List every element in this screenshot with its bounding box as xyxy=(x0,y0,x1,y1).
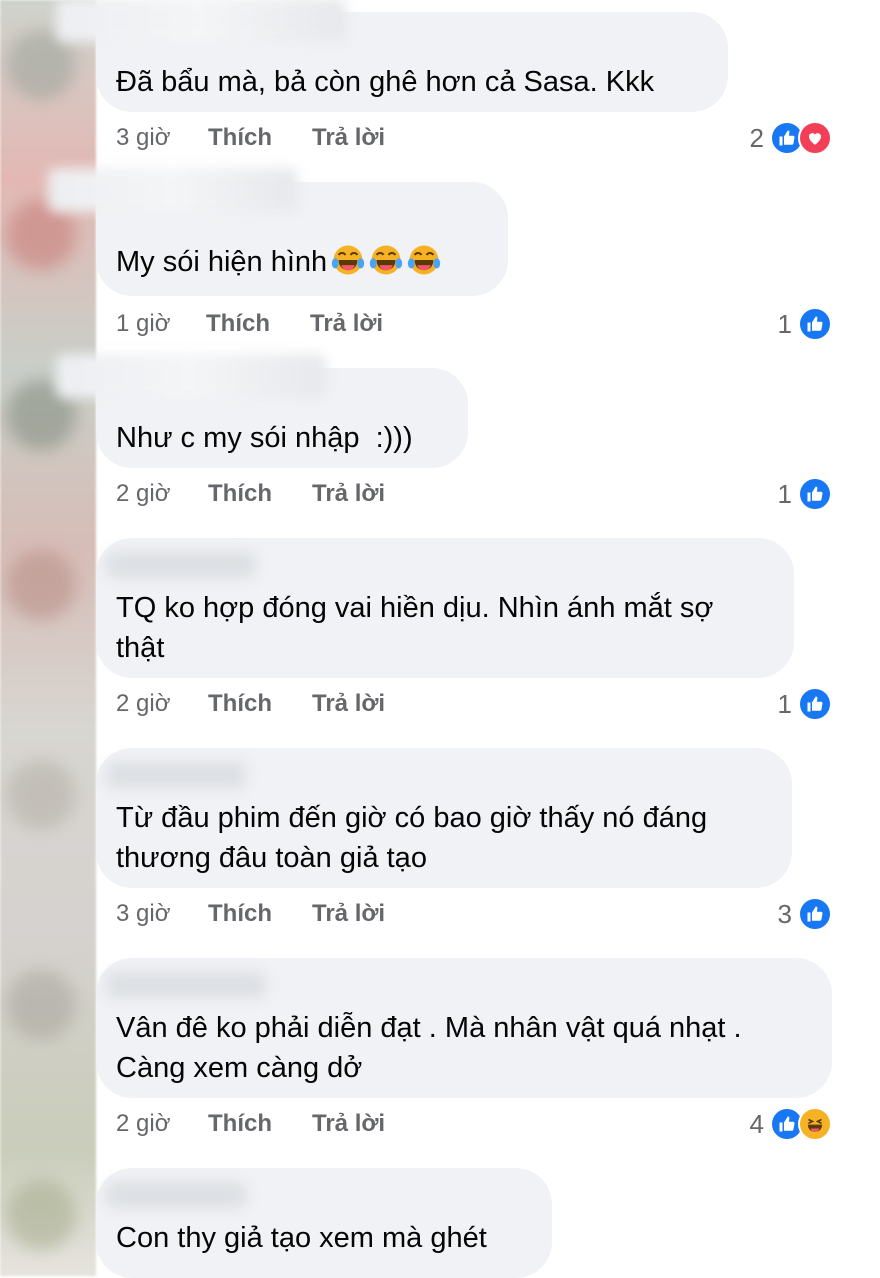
laughing-tears-emoji xyxy=(369,243,403,277)
laughing-tears-emoji xyxy=(331,243,365,277)
reply-link[interactable]: Trả lời xyxy=(310,304,383,344)
comment-text-line: Càng xem càng dở xyxy=(116,1052,363,1084)
avatar[interactable] xyxy=(6,760,76,830)
reaction-count: 3 xyxy=(777,898,792,929)
love-reaction-icon xyxy=(798,121,832,155)
reply-link[interactable]: Trả lời xyxy=(312,684,385,724)
reaction-count: 2 xyxy=(749,122,764,153)
reaction-summary[interactable]: 1 xyxy=(778,474,832,514)
comment-text-line: thương đâu toàn giả tạo xyxy=(116,842,427,874)
avatar[interactable] xyxy=(6,550,76,620)
comment-bubble: Con thy giả tạo xem mà ghét xyxy=(96,1168,552,1278)
comment-text: Như c my sói nhập :))) xyxy=(116,422,413,454)
timestamp[interactable]: 1 giờ xyxy=(116,304,206,344)
reaction-count: 4 xyxy=(749,1108,764,1139)
timestamp[interactable]: 2 giờ xyxy=(116,474,208,514)
timestamp[interactable]: 2 giờ xyxy=(116,684,208,724)
comment-actions: 2 giờ Thích Trả lời xyxy=(116,474,385,514)
comment-text: Đã bẩu mà, bả còn ghê hơn cả Sasa. Kkk xyxy=(116,66,655,98)
avatar[interactable] xyxy=(6,1180,76,1250)
author-name-blurred[interactable] xyxy=(56,354,326,398)
author-name-blurred[interactable] xyxy=(106,552,256,578)
reaction-count: 1 xyxy=(777,688,792,719)
reply-link[interactable]: Trả lời xyxy=(312,894,385,934)
reaction-count: 1 xyxy=(777,308,792,339)
comment-bubble: TQ ko hợp đóng vai hiền dịu. Nhìn ánh mắ… xyxy=(96,538,794,678)
like-reaction-icon xyxy=(798,477,832,511)
reply-link[interactable]: Trả lời xyxy=(312,474,385,514)
reaction-summary[interactable]: 2 xyxy=(750,118,832,158)
comment-text-line: Từ đầu phim đến giờ có bao giờ thấy nó đ… xyxy=(116,802,708,834)
comment-text: Con thy giả tạo xem mà ghét xyxy=(116,1222,487,1254)
author-name-blurred[interactable] xyxy=(48,168,298,212)
comment-actions: 3 giờ Thích Trả lời xyxy=(116,118,385,158)
reaction-summary[interactable]: 1 xyxy=(778,304,832,344)
timestamp[interactable]: 3 giờ xyxy=(116,894,208,934)
laughing-tears-emoji xyxy=(407,243,441,277)
like-link[interactable]: Thích xyxy=(206,304,310,344)
author-name-blurred[interactable] xyxy=(56,0,346,42)
author-name-blurred[interactable] xyxy=(106,1182,246,1208)
comment-bubble: Vân đê ko phải diễn đạt . Mà nhân vật qu… xyxy=(96,958,832,1098)
like-link[interactable]: Thích xyxy=(208,1104,312,1144)
comment-text: My sói hiện hình xyxy=(116,242,441,282)
like-reaction-icon xyxy=(798,307,832,341)
reaction-summary[interactable]: 1 xyxy=(778,684,832,724)
timestamp[interactable]: 3 giờ xyxy=(116,118,208,158)
comment-text-line: Vân đê ko phải diễn đạt . Mà nhân vật qu… xyxy=(116,1012,742,1044)
like-reaction-icon xyxy=(798,897,832,931)
comment-text-line: thật xyxy=(116,632,165,664)
comment-bubble: Như c my sói nhập :))) xyxy=(56,354,468,468)
comment-actions: 3 giờ Thích Trả lời xyxy=(116,894,385,934)
comment-bubble: My sói hiện hình xyxy=(48,168,508,296)
comment-bubble: Từ đầu phim đến giờ có bao giờ thấy nó đ… xyxy=(96,748,792,888)
author-name-blurred[interactable] xyxy=(106,972,266,998)
like-link[interactable]: Thích xyxy=(208,894,312,934)
comment-actions: 2 giờ Thích Trả lời xyxy=(116,684,385,724)
like-link[interactable]: Thích xyxy=(208,118,312,158)
timestamp[interactable]: 2 giờ xyxy=(116,1104,208,1144)
comment-actions: 1 giờ Thích Trả lời xyxy=(116,304,383,344)
like-link[interactable]: Thích xyxy=(208,474,312,514)
reaction-summary[interactable]: 3 xyxy=(778,894,832,934)
reaction-count: 1 xyxy=(777,478,792,509)
author-name-blurred[interactable] xyxy=(106,762,246,788)
haha-reaction-icon xyxy=(798,1107,832,1141)
comment-bubble: Đã bẩu mà, bả còn ghê hơn cả Sasa. Kkk xyxy=(56,0,728,112)
like-reaction-icon xyxy=(798,687,832,721)
like-link[interactable]: Thích xyxy=(208,684,312,724)
reply-link[interactable]: Trả lời xyxy=(312,118,385,158)
reply-link[interactable]: Trả lời xyxy=(312,1104,385,1144)
reaction-summary[interactable]: 4 xyxy=(750,1104,832,1144)
comment-text-line: TQ ko hợp đóng vai hiền dịu. Nhìn ánh mắ… xyxy=(116,592,714,624)
avatar[interactable] xyxy=(6,970,76,1040)
comment-actions: 2 giờ Thích Trả lời xyxy=(116,1104,385,1144)
